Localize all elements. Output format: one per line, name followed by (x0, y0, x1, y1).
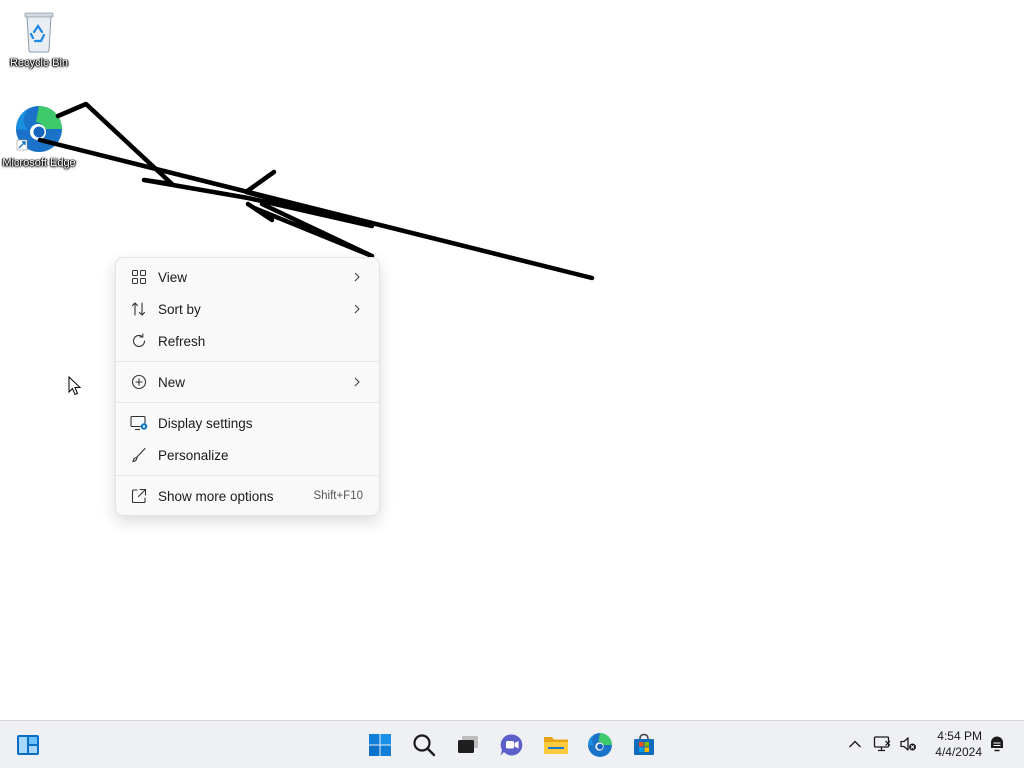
desktop-icon-microsoft-edge[interactable]: Microsoft Edge (1, 104, 77, 171)
search-icon (413, 734, 436, 757)
start-button[interactable] (362, 727, 398, 763)
chevron-right-icon (351, 304, 363, 314)
plus-circle-icon (130, 373, 148, 391)
desktop-icon-recycle-bin[interactable]: Recycle Bin (1, 8, 77, 71)
grid-icon (130, 268, 148, 286)
menu-item-view[interactable]: View (120, 261, 375, 293)
clock-time: 4:54 PM (937, 729, 982, 743)
desktop[interactable]: Recycle Bin Microsoft Edge View Sort by … (0, 0, 1024, 720)
menu-item-label: View (158, 269, 188, 285)
menu-item-label: Sort by (158, 301, 201, 317)
folder-icon (544, 737, 568, 754)
menu-item-personalize[interactable]: Personalize (120, 439, 375, 471)
windows-start-icon (369, 734, 391, 756)
task-view-icon (458, 736, 478, 753)
menu-item-sort-by[interactable]: Sort by (120, 293, 375, 325)
widgets-button[interactable] (10, 727, 46, 763)
desktop-icon-label: Recycle Bin (9, 57, 69, 69)
menu-item-label: New (158, 374, 186, 390)
menu-item-label: Refresh (158, 333, 206, 349)
system-clock[interactable]: 4:54 PM 4/4/2024 (935, 728, 982, 760)
network-button[interactable] (871, 733, 893, 755)
menu-separator (116, 402, 379, 403)
notification-icon (991, 736, 1003, 752)
display-settings-icon (130, 414, 148, 432)
edge-icon (588, 733, 612, 757)
keyboard-shortcut: Shift+F10 (313, 490, 363, 502)
edge-icon (16, 105, 62, 152)
chat-icon (500, 734, 523, 756)
menu-separator (116, 475, 379, 476)
refresh-icon (130, 332, 148, 350)
menu-item-label: Show more options (158, 488, 274, 504)
widgets-icon (17, 735, 39, 755)
menu-item-show-more-options[interactable]: Show more options Shift+F10 (120, 480, 375, 512)
mouse-pointer-icon (68, 376, 82, 396)
store-icon (634, 733, 654, 755)
volume-muted-icon (900, 737, 916, 751)
menu-item-new[interactable]: New (120, 366, 375, 398)
menu-item-display-settings[interactable]: Display settings (120, 407, 375, 439)
file-explorer-button[interactable] (538, 727, 574, 763)
sort-icon (130, 300, 148, 318)
chevron-right-icon (351, 272, 363, 282)
notification-center-button[interactable] (986, 733, 1008, 755)
menu-item-refresh[interactable]: Refresh (120, 325, 375, 357)
menu-separator (116, 361, 379, 362)
menu-item-label: Personalize (158, 447, 229, 463)
chevron-up-icon (849, 740, 861, 748)
desktop-context-menu: View Sort by Refresh New Display setting… (115, 257, 380, 516)
taskbar: 4:54 PM 4/4/2024 (0, 720, 1024, 768)
chevron-right-icon (351, 377, 363, 387)
recycle-bin-icon (24, 12, 54, 53)
edge-taskbar-button[interactable] (582, 727, 618, 763)
brush-icon (130, 446, 148, 464)
volume-button[interactable] (897, 733, 919, 755)
task-view-button[interactable] (450, 727, 486, 763)
chat-button[interactable] (494, 727, 530, 763)
share-icon (130, 487, 148, 505)
menu-item-label: Display settings (158, 415, 253, 431)
show-hidden-icons-button[interactable] (844, 733, 866, 755)
desktop-icon-label: Microsoft Edge (2, 157, 76, 169)
network-icon (873, 736, 891, 752)
search-button[interactable] (406, 727, 442, 763)
clock-date: 4/4/2024 (935, 745, 982, 759)
store-button[interactable] (626, 727, 662, 763)
